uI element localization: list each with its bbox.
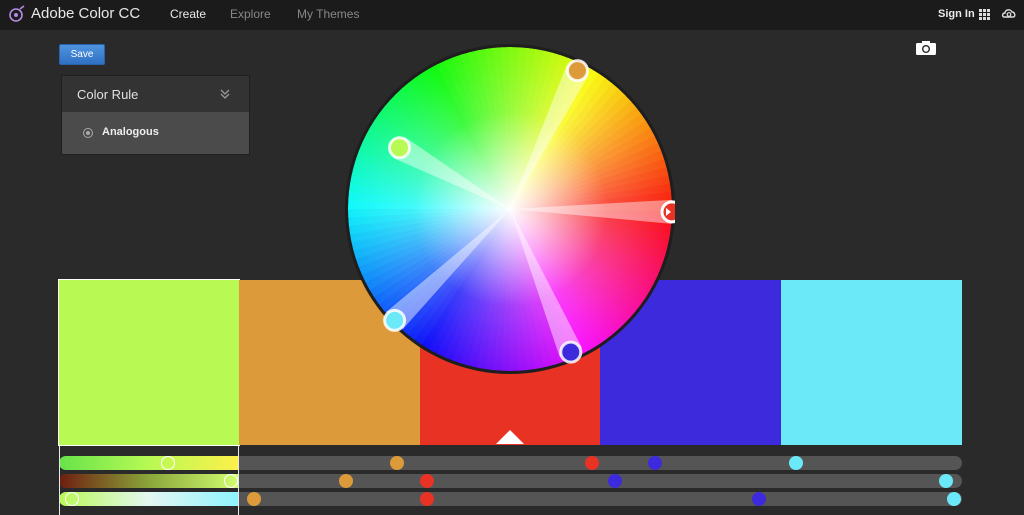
slider-guide-right xyxy=(238,446,239,515)
wheel-handle-5[interactable] xyxy=(383,308,407,332)
base-color-marker xyxy=(496,430,524,444)
slider-handle-3-5[interactable] xyxy=(947,492,961,506)
radio-selected-icon[interactable] xyxy=(83,128,93,138)
slider-handle-1-2[interactable] xyxy=(390,456,404,470)
wheel-handle-1[interactable] xyxy=(387,136,411,160)
nav-explore[interactable]: Explore xyxy=(230,7,271,21)
slider-handle-1-5[interactable] xyxy=(789,456,803,470)
slider-handle-selected-1[interactable] xyxy=(161,456,175,470)
top-nav-bar: Adobe Color CC Create Explore My Themes … xyxy=(0,0,1024,30)
adobe-color-logo-icon[interactable] xyxy=(8,5,26,23)
slider-gradient-1 xyxy=(59,456,239,470)
swatch-5[interactable] xyxy=(781,280,962,445)
wheel-handle-2[interactable] xyxy=(565,59,589,83)
creative-cloud-icon[interactable] xyxy=(1001,6,1017,22)
color-rule-option-analogous[interactable]: Analogous xyxy=(62,112,249,154)
app-title[interactable]: Adobe Color CC xyxy=(31,5,140,22)
slider-handle-1-4[interactable] xyxy=(648,456,662,470)
slider-handle-2-3[interactable] xyxy=(420,474,434,488)
color-wheel[interactable] xyxy=(345,44,675,374)
nav-create[interactable]: Create xyxy=(170,7,206,21)
color-rule-panel: Color Rule Analogous xyxy=(61,75,250,155)
slider-gradient-3 xyxy=(59,492,239,506)
color-rule-title: Color Rule xyxy=(77,87,139,102)
slider-handle-selected-3[interactable] xyxy=(65,492,79,506)
nav-my-themes[interactable]: My Themes xyxy=(297,7,359,21)
color-rule-option-label: Analogous xyxy=(102,126,159,138)
sign-in-link[interactable]: Sign In xyxy=(938,8,975,20)
slider-handle-1-3[interactable] xyxy=(585,456,599,470)
slider-handle-3-4[interactable] xyxy=(752,492,766,506)
slider-gradient-2 xyxy=(59,474,239,488)
swatch-1[interactable] xyxy=(58,279,240,446)
slider-guide-left xyxy=(59,446,60,515)
apps-grid-icon[interactable] xyxy=(979,9,990,20)
camera-icon[interactable] xyxy=(915,40,937,56)
slider-handle-2-2[interactable] xyxy=(339,474,353,488)
slider-handle-2-4[interactable] xyxy=(608,474,622,488)
slider-handle-3-3[interactable] xyxy=(420,492,434,506)
wheel-handle-4[interactable] xyxy=(559,340,583,364)
color-rule-header[interactable]: Color Rule xyxy=(62,76,249,112)
slider-handle-3-2[interactable] xyxy=(247,492,261,506)
chevron-double-down-icon[interactable] xyxy=(219,88,231,100)
slider-handle-2-5[interactable] xyxy=(939,474,953,488)
save-button[interactable]: Save xyxy=(59,44,105,65)
slider-handle-selected-2[interactable] xyxy=(224,474,238,488)
